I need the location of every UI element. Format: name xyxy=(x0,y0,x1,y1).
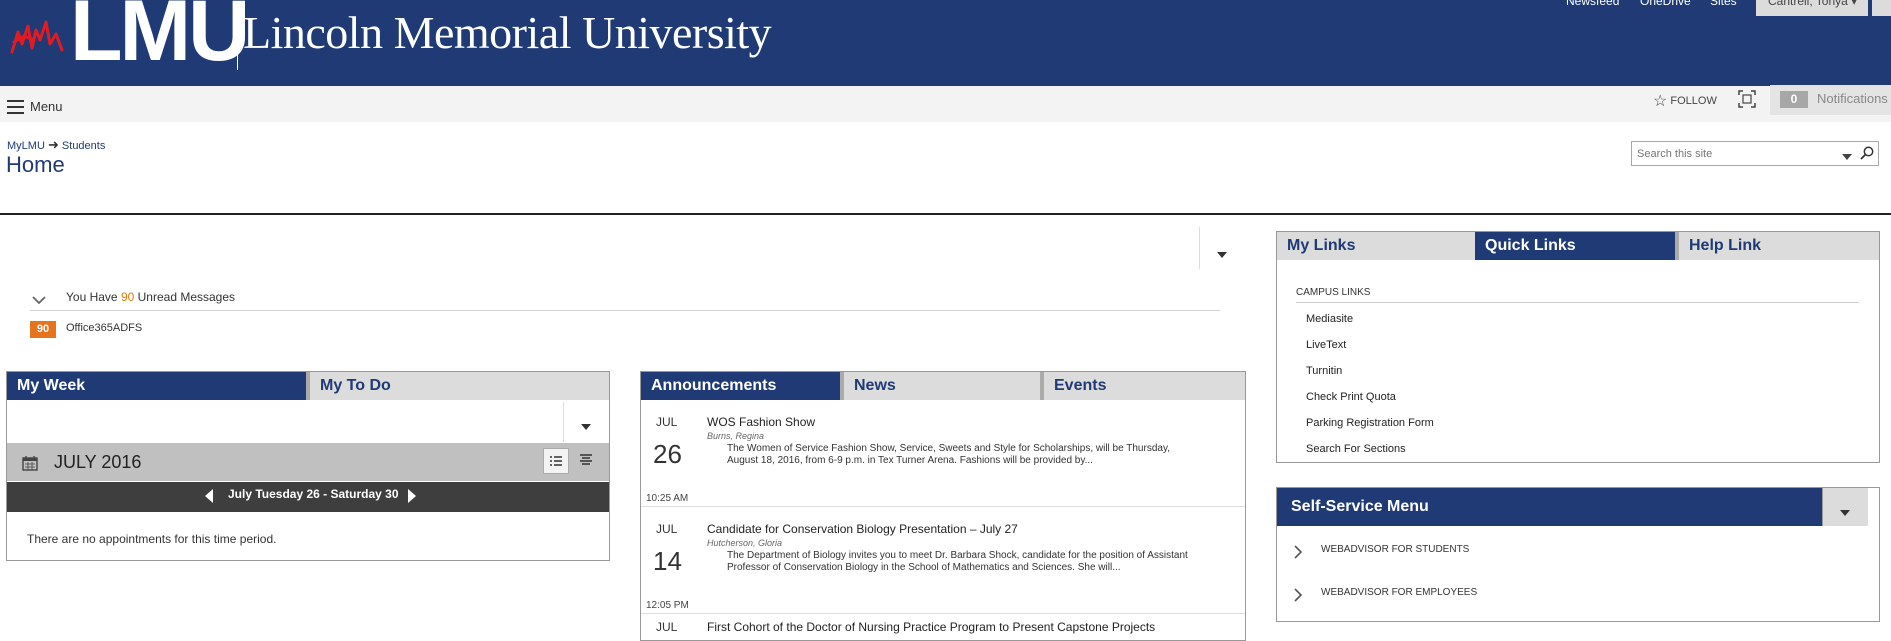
help-menu-button[interactable] xyxy=(1872,0,1891,16)
link-parking-registration[interactable]: Parking Registration Form xyxy=(1306,417,1434,429)
breadcrumb: MyLMU ➜ Students xyxy=(7,137,105,153)
breadcrumb-students[interactable]: Students xyxy=(62,140,105,152)
search-scope-dropdown-icon[interactable] xyxy=(1842,148,1852,166)
messages-rule xyxy=(30,310,1220,311)
announcement-body: The Women of Service Fashion Show, Servi… xyxy=(727,443,1170,466)
messages-dropdown-icon[interactable] xyxy=(1216,246,1228,264)
lmu-signature-icon xyxy=(10,14,68,65)
logo-divider xyxy=(237,4,238,70)
month-label: JULY 2016 xyxy=(54,452,142,472)
link-turnitin[interactable]: Turnitin xyxy=(1306,365,1342,377)
search-box xyxy=(1631,141,1879,166)
announcement-body: The Department of Biology invites you to… xyxy=(727,550,1188,573)
self-service-title: Self-Service Menu xyxy=(1291,498,1429,515)
announcement-day: 14 xyxy=(653,546,682,576)
user-name: Cantrell, Tonya xyxy=(1768,0,1848,8)
self-service-item-employees[interactable]: WEBADVISOR FOR EMPLOYEES xyxy=(1321,587,1477,598)
user-menu[interactable]: Cantrell, Tonya ▾ xyxy=(1756,0,1868,16)
lmu-logo-text[interactable]: LMU xyxy=(70,0,250,74)
collapse-chevron-icon[interactable] xyxy=(32,292,46,310)
onedrive-link[interactable]: OneDrive xyxy=(1640,0,1691,8)
star-icon: ☆ xyxy=(1653,93,1668,110)
title-divider xyxy=(0,213,1891,215)
announcement-time: 12:05 PM xyxy=(646,600,689,611)
week-range-label: July Tuesday 26 - Saturday 30 xyxy=(228,487,399,501)
newsfeed-link[interactable]: Newsfeed xyxy=(1566,0,1619,8)
university-name[interactable]: Lincoln Memorial University xyxy=(243,10,772,56)
follow-label: FOLLOW xyxy=(1670,95,1717,107)
link-search-sections[interactable]: Search For Sections xyxy=(1306,443,1406,455)
chevron-right-icon[interactable] xyxy=(1293,588,1303,607)
announcement-item[interactable]: JUL 14 12:05 PM Candidate for Conservati… xyxy=(641,508,1245,614)
self-service-item-students[interactable]: WEBADVISOR FOR STUDENTS xyxy=(1321,544,1469,555)
announcement-item[interactable]: JUL First Cohort of the Doctor of Nursin… xyxy=(641,615,1245,635)
tab-my-to-do[interactable]: My To Do xyxy=(306,372,609,400)
announcement-month: JUL xyxy=(656,620,678,634)
campus-links-rule xyxy=(1296,302,1859,303)
list-view-icon xyxy=(550,456,562,466)
chevron-down-icon: ▾ xyxy=(1851,0,1858,8)
hamburger-icon xyxy=(7,99,24,114)
previous-week-icon[interactable] xyxy=(203,488,215,509)
announcement-title[interactable]: WOS Fashion Show xyxy=(707,415,815,429)
tab-my-links[interactable]: My Links xyxy=(1277,232,1475,260)
chevron-down-icon xyxy=(1839,504,1851,522)
week-divider xyxy=(563,402,564,442)
link-livetext[interactable]: LiveText xyxy=(1306,339,1346,351)
notification-count: 0 xyxy=(1780,91,1808,108)
announcement-title[interactable]: First Cohort of the Doctor of Nursing Pr… xyxy=(707,620,1155,634)
tab-announcements[interactable]: Announcements xyxy=(641,372,840,400)
sites-link[interactable]: Sites xyxy=(1710,0,1737,8)
unread-count: 90 xyxy=(120,290,135,304)
tab-quick-links[interactable]: Quick Links xyxy=(1475,232,1675,260)
link-mediasite[interactable]: Mediasite xyxy=(1306,313,1353,325)
no-appointments-text: There are no appointments for this time … xyxy=(27,532,277,546)
unread-prefix: You Have xyxy=(66,290,121,304)
announcement-title[interactable]: Candidate for Conservation Biology Prese… xyxy=(707,522,1018,536)
announcement-author: Burns, Regina xyxy=(707,431,765,441)
chevron-right-icon[interactable] xyxy=(1293,545,1303,564)
unread-suffix: Unread Messages xyxy=(134,290,236,304)
announcement-day: 26 xyxy=(653,439,682,469)
tab-help-link[interactable]: Help Link xyxy=(1675,232,1879,260)
page-title: Home xyxy=(6,152,65,177)
announcement-author: Hutcherson, Gloria xyxy=(707,538,783,548)
message-source-link[interactable]: Office365ADFS xyxy=(66,322,142,334)
link-check-print-quota[interactable]: Check Print Quota xyxy=(1306,391,1396,403)
next-week-icon[interactable] xyxy=(406,488,418,509)
list-view-button[interactable] xyxy=(543,448,569,474)
menu-label: Menu xyxy=(30,99,63,114)
notifications-button[interactable]: 0 Notifications xyxy=(1770,85,1891,115)
announcement-time: 10:25 AM xyxy=(646,493,689,504)
messages-divider xyxy=(1199,227,1200,269)
calendar-icon[interactable] xyxy=(22,455,38,476)
week-dropdown-icon[interactable] xyxy=(580,418,592,436)
search-icon[interactable] xyxy=(1860,146,1874,165)
search-input[interactable] xyxy=(1632,142,1842,165)
unread-messages-text: You Have 90 Unread Messages xyxy=(66,290,235,304)
follow-button[interactable]: ☆ FOLLOW xyxy=(1653,91,1717,111)
announcement-month: JUL xyxy=(656,522,678,536)
ribbon-bar xyxy=(0,86,1891,122)
announcement-month: JUL xyxy=(656,415,678,429)
notifications-label: Notifications xyxy=(1817,91,1888,106)
tab-my-week[interactable]: My Week xyxy=(7,372,306,400)
message-count-badge[interactable]: 90 xyxy=(30,321,56,338)
campus-links-heading: CAMPUS LINKS xyxy=(1296,287,1371,298)
arrow-right-icon: ➜ xyxy=(47,137,59,152)
focus-on-content-icon[interactable] xyxy=(1738,90,1756,113)
announcement-item[interactable]: JUL 26 10:25 AM WOS Fashion Show Burns, … xyxy=(641,401,1245,507)
menu-button[interactable]: Menu xyxy=(7,99,63,115)
tab-events[interactable]: Events xyxy=(1040,372,1245,400)
tab-news[interactable]: News xyxy=(840,372,1040,400)
detail-view-icon[interactable] xyxy=(578,452,594,473)
breadcrumb-mylmu[interactable]: MyLMU xyxy=(7,140,45,152)
